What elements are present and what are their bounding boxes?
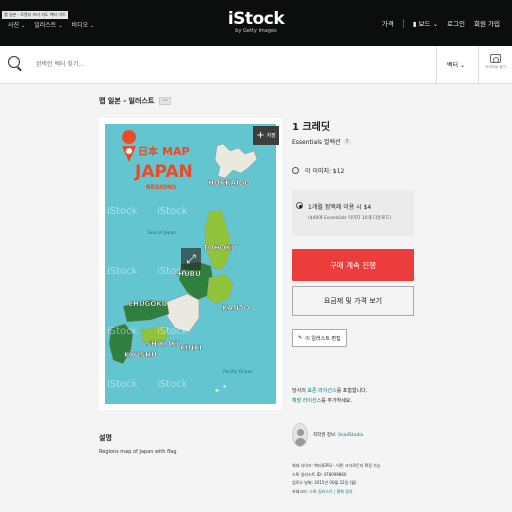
divider: [402, 18, 404, 28]
subscription-option[interactable]: 1개월 정액제 이용 시 $4 ($40에 Essentials 이미지 10개…: [292, 190, 414, 236]
categories: 카테고리: 스톡 일러스트 | 평화 정치: [292, 488, 353, 494]
camera-icon: [490, 54, 501, 63]
save-to-board-button[interactable]: + 저장: [253, 126, 279, 145]
view-plans-button[interactable]: 요금제 및 가격 보기: [292, 286, 414, 316]
contributor-info: 저작권 정보: SnailStudio: [292, 423, 363, 447]
avatar[interactable]: [292, 423, 308, 447]
breadcrumb: 맵 일본 - 일러스트 ···: [99, 96, 171, 106]
help-icon[interactable]: ?: [343, 138, 351, 145]
stock-id: 스톡 일러스트 ID: 478099860: [292, 471, 347, 477]
plus-icon: +: [256, 129, 265, 141]
license-info: 당사의 표준 라이선스를 포함합니다. 확장 라이선스를 추가하세요.: [292, 386, 367, 406]
watermark: iStock: [157, 206, 188, 217]
description-text: Regions map of Japan with flag: [99, 449, 177, 455]
expand-icon[interactable]: ⤢: [181, 248, 201, 270]
single-image-option[interactable]: 이 이미지: $12: [292, 166, 344, 175]
region-label-chugoku: CHUGOKU: [128, 300, 168, 308]
more-button[interactable]: ···: [159, 97, 171, 105]
top-navigation-bar: 맵 일본 - 로열티 프리 지도 벡터 아트 사진 ⌄ 일러스트 ⌄ 비디오 ⌄ iS…: [0, 0, 512, 46]
search-input[interactable]: 완벽한 벡터 찾기...: [36, 59, 84, 68]
watermark: iStock: [107, 326, 138, 337]
logo-subtext: by Getty Images: [235, 28, 277, 34]
account-nav: 가격 ▮ 보드 ⌄ 로그인 회원 가입: [382, 18, 500, 28]
chevron-down-icon: ⌄: [459, 62, 465, 69]
map-title-japan: JAPAN: [134, 162, 193, 182]
watermark: iStock: [157, 379, 188, 390]
extended-license-link[interactable]: 확장 라이선스: [292, 398, 321, 404]
region-label-kanto: KANTO: [222, 304, 249, 312]
contributor-credit: 저작권 정보: SnailStudio: [313, 433, 364, 438]
pricing-link[interactable]: 가격: [382, 18, 394, 28]
upload-date: 업로드 날짜: 2015년 06월 22일 (월): [292, 480, 357, 485]
region-label-kinki: KINKI: [180, 344, 202, 352]
max-size: 최대 사이즈: 벡터(EPS) - 어떤 크기로든지 확장 가능: [292, 463, 381, 468]
image-search-button[interactable]: 이미지로 찾기: [478, 46, 512, 83]
subscription-option-row: 1개월 정액제 이용 시 $4 ($40에 Essentials 이미지 10개…: [296, 202, 414, 221]
subscription-option-text: 1개월 정액제 이용 시 $4 ($40에 Essentials 이미지 10개…: [308, 204, 392, 221]
region-label-tohoku: TOHOKU: [203, 244, 237, 252]
region-label-shikoku: SHIKOKU: [146, 340, 182, 348]
ocean-label: Pacific Ocean: [223, 369, 253, 375]
map-title-map: MAP: [162, 145, 190, 158]
region-label-hokkaido: HOKKAIDO: [208, 179, 250, 187]
edit-illustration-button[interactable]: ✎ 이 일러스트 편집: [292, 329, 347, 347]
media-type-filter[interactable]: 벡터 ⌄: [436, 46, 475, 83]
category-links[interactable]: 스톡 일러스트 | 평화 정치: [309, 489, 352, 494]
map-title-regions: REGIONS: [146, 184, 176, 191]
continue-purchase-button[interactable]: 구매 계속 진행: [292, 249, 414, 281]
page-title: 맵 일본 - 일러스트: [99, 97, 155, 105]
watermark: iStock: [157, 326, 188, 337]
radio-button[interactable]: [292, 167, 299, 174]
watermark: iStock: [107, 379, 138, 390]
region-label-kyushu: KYUSHU: [124, 351, 157, 359]
collection-label: Essentials 컬렉션 ?: [292, 137, 414, 146]
radio-button-selected[interactable]: [296, 202, 303, 209]
save-label: 저장: [266, 133, 276, 139]
purchase-panel: 1 크레딧 Essentials 컬렉션 ? 이 이미지: $12 1개월 정액…: [292, 118, 414, 494]
search-bar: 완벽한 벡터 찾기... 벡터 ⌄ 이미지로 찾기: [0, 46, 512, 84]
credit-price: 1 크레딧: [292, 122, 331, 133]
search-icon[interactable]: [8, 56, 20, 68]
signup-link[interactable]: 회원 가입: [474, 18, 500, 28]
watermark: iStock: [107, 206, 138, 217]
license-line-standard: 당사의 표준 라이선스를 포함합니다.: [292, 388, 368, 394]
image-metadata: 최대 사이즈: 벡터(EPS) - 어떤 크기로든지 확장 가능 스톡 일러스트…: [292, 462, 381, 496]
standard-license-link[interactable]: 표준 라이선스: [307, 388, 336, 394]
edit-icon: ✎: [298, 335, 303, 341]
description-heading: 설명: [99, 434, 112, 442]
sea-label: Sea of Japan: [148, 230, 176, 236]
license-line-extended: 확장 라이선스를 추가하세요.: [292, 398, 352, 404]
watermark: iStock: [107, 266, 138, 277]
contributor-link[interactable]: SnailStudio: [338, 433, 363, 438]
login-link[interactable]: 로그인: [447, 18, 465, 28]
boards-menu[interactable]: ▮ 보드 ⌄: [413, 18, 438, 28]
chevron-down-icon: ⌄: [432, 20, 439, 28]
image-search-label: 이미지로 찾기: [485, 65, 506, 69]
map-title-kanji: 日本: [138, 145, 159, 158]
